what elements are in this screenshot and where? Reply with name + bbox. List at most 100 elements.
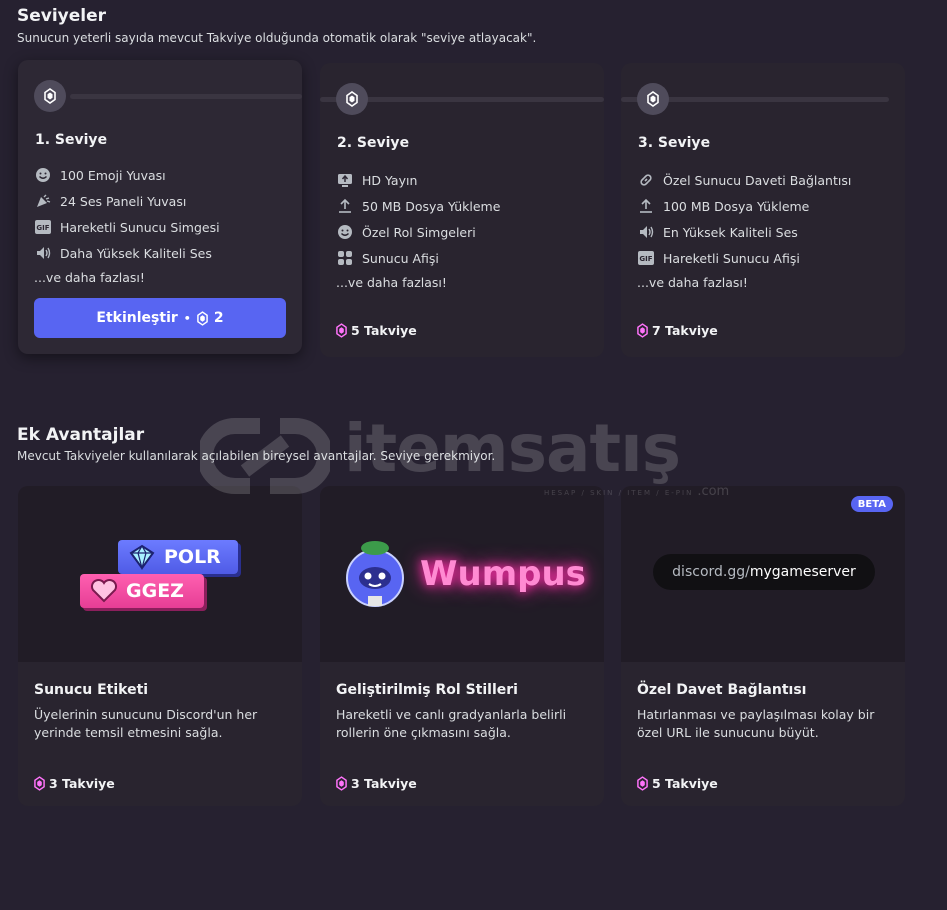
perk-card-cost: 3 Takviye [34,776,115,791]
tier-badge [637,83,669,115]
boost-gem-icon [647,91,659,107]
perk-label: Özel Rol Simgeleri [362,224,476,240]
activate-button[interactable]: Etkinleştir • 2 [34,298,286,338]
perk-card-cost-label: 3 Takviye [49,776,115,791]
perk-label: 100 Emoji Yuvası [60,167,166,183]
perk-card-cost: 3 Takviye [336,776,417,791]
perk-card-description: Üyelerinin sunucunu Discord'un her yerin… [34,707,258,740]
levels-title: Seviyeler [17,6,107,26]
tier-cost: 7 Takviye [637,323,718,338]
perk-label: 24 Ses Paneli Yuvası [60,193,187,209]
perk-card-role-styles[interactable]: Wumpus Geliştirilmiş Rol Stilleri Hareke… [320,486,604,806]
boost-gem-icon [336,776,347,791]
upload-icon [336,197,354,215]
emoji-icon [336,223,354,241]
perk-card-name: Özel Davet Bağlantısı [637,682,807,698]
perk-item: 100 MB Dosya Yükleme [637,193,851,219]
perk-label: 100 MB Dosya Yükleme [663,198,810,214]
stream-icon [336,171,354,189]
perk-card-cost: 5 Takviye [637,776,718,791]
tier-title: 1. Seviye [35,132,108,148]
tag-ggez-label: GGEZ [126,580,184,602]
svg-text:GIF: GIF [639,255,652,263]
perk-card-description: Hareketli ve canlı gradyanlarla belirli … [336,707,567,740]
perk-item: HD Yayın [336,167,500,193]
levels-subtitle: Sunucun yeterli sayıda mevcut Takviye ol… [17,31,537,45]
boost-gem-icon [34,776,45,791]
tier-cost-label: 5 Takviye [351,323,417,338]
speaker-icon [637,223,655,241]
boost-gem-icon [44,88,56,104]
tier-cost-label: 7 Takviye [652,323,718,338]
invite-url-pill: discord.gg/mygameserver [653,554,875,590]
perk-card-description: Hatırlanması ve paylaşılması kolay bir ö… [637,707,875,740]
tier-card-3: 3. Seviye Özel Sunucu Daveti Bağlantısı … [621,63,905,357]
boost-gem-icon [336,323,347,338]
soundboard-icon [34,192,52,210]
custom-invite-preview: BETA discord.gg/mygameserver [621,486,905,662]
perk-item: En Yüksek Kaliteli Ses [637,219,851,245]
upload-icon [637,197,655,215]
grid-icon [336,249,354,267]
tag-polr-label: POLR [164,546,221,568]
perk-card-cost-label: 3 Takviye [351,776,417,791]
extras-subtitle: Mevcut Takviyeler kullanılarak açılabile… [17,449,496,463]
perk-label: 50 MB Dosya Yükleme [362,198,501,214]
tier-perk-list: HD Yayın 50 MB Dosya Yükleme Özel Rol Si… [336,167,500,291]
activate-label: Etkinleştir [96,310,178,326]
perk-item: Özel Rol Simgeleri [336,219,500,245]
tier-badge [34,80,66,112]
emoji-icon [34,166,52,184]
perk-label: Sunucu Afişi [362,250,439,266]
perk-label: Hareketli Sunucu Simgesi [60,219,220,235]
link-icon [637,171,655,189]
perk-card-name: Geliştirilmiş Rol Stilleri [336,682,518,698]
tier-title: 3. Seviye [638,135,711,151]
tier-perk-list: Özel Sunucu Daveti Bağlantısı 100 MB Dos… [637,167,851,291]
perk-card-server-tag[interactable]: POLR GGEZ Sunucu Etiketi Üyelerinin sunu… [18,486,302,806]
activate-cost: 2 [213,310,224,326]
boost-gem-icon [637,323,648,338]
perk-label: Özel Sunucu Daveti Bağlantısı [663,172,852,188]
wumpus-avatar-icon [346,541,404,607]
tier-title: 2. Seviye [337,135,410,151]
boost-gem-icon [346,91,358,107]
heart-icon [90,579,118,603]
tier-card-2: 2. Seviye HD Yayın 50 MB Dosya Yükleme Ö… [320,63,604,357]
perk-item: Sunucu Afişi [336,245,500,271]
perk-item: Özel Sunucu Daveti Bağlantısı [637,167,851,193]
tier-card-1: 1. Seviye 100 Emoji Yuvası 24 Ses Paneli… [18,60,302,354]
diamond-icon [129,544,155,570]
wumpus-role-text: Wumpus [420,554,586,594]
boost-gem-icon [196,310,208,326]
gif-icon: GIF [34,218,52,236]
boost-gem-icon [637,776,648,791]
perk-label: Hareketli Sunucu Afişi [663,250,800,266]
beta-badge: BETA [850,496,893,512]
role-styles-preview: Wumpus [320,486,604,662]
server-tag-preview: POLR GGEZ [18,486,302,662]
tag-ggez: GGEZ [80,574,204,608]
perk-card-cost-label: 5 Takviye [652,776,718,791]
perk-card-custom-invite[interactable]: BETA discord.gg/mygameserver Özel Davet … [621,486,905,806]
perk-item: 100 Emoji Yuvası [34,162,220,188]
tier-badge [336,83,368,115]
tier-perk-list: 100 Emoji Yuvası 24 Ses Paneli Yuvası GI… [34,162,220,286]
extras-title: Ek Avantajlar [17,425,145,445]
tag-polr: POLR [118,540,238,574]
svg-text:GIF: GIF [36,224,49,232]
perk-card-name: Sunucu Etiketi [34,682,149,698]
perk-label: Daha Yüksek Kaliteli Ses [60,245,212,261]
perk-item: 50 MB Dosya Yükleme [336,193,500,219]
perk-label: HD Yayın [362,172,418,188]
tier-cost: 5 Takviye [336,323,417,338]
perk-item: Daha Yüksek Kaliteli Ses [34,240,220,266]
invite-prefix: discord.gg/ [672,564,750,580]
more-perks-text: ...ve daha fazlası! [336,275,447,290]
perk-item: GIF Hareketli Sunucu Afişi [637,245,851,271]
invite-slug: mygameserver [749,564,856,580]
more-perks-text: ...ve daha fazlası! [34,270,145,285]
perk-label: En Yüksek Kaliteli Ses [663,224,798,240]
gif-icon: GIF [637,249,655,267]
activate-separator: • [183,311,191,325]
